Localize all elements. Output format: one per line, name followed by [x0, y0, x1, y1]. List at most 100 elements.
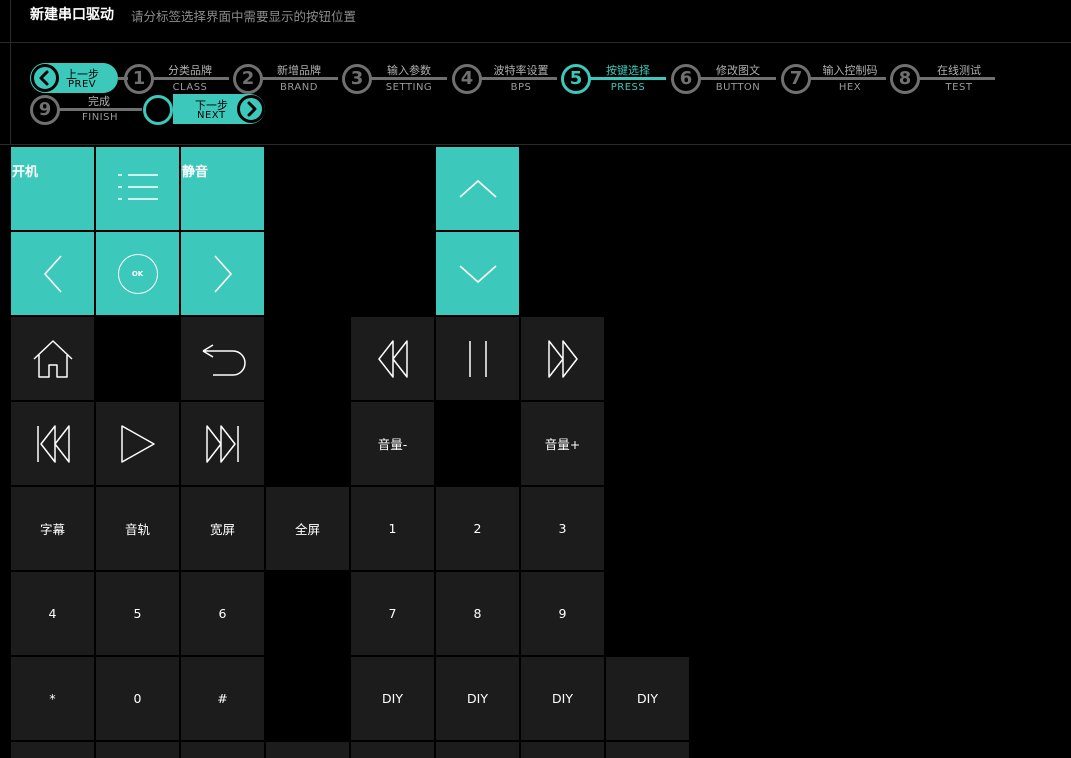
- next-track-button[interactable]: [181, 402, 264, 485]
- step-label-en: FINISH: [82, 112, 118, 123]
- step-label-cn: 新增品牌: [277, 64, 321, 77]
- digit-1-button[interactable]: 1: [351, 487, 434, 570]
- grid-button[interactable]: [351, 742, 434, 758]
- volume-down-label: 音量-: [377, 437, 408, 452]
- rewind-button[interactable]: [351, 317, 434, 400]
- audio-track-button[interactable]: 音轨: [96, 487, 179, 570]
- fullscreen-label: 全屏: [294, 522, 320, 537]
- pause-button[interactable]: [436, 317, 519, 400]
- volume-down-button[interactable]: 音量-: [351, 402, 434, 485]
- diy-button[interactable]: DIY: [521, 657, 604, 740]
- step-label-en: CLASS: [172, 82, 208, 93]
- digit-label: *: [49, 691, 56, 706]
- step-label-cn: 按键选择: [606, 64, 650, 77]
- diy-label: DIY: [552, 691, 573, 706]
- digit-7-button[interactable]: 7: [351, 572, 434, 655]
- digit-label: 4: [48, 606, 57, 621]
- grid-button[interactable]: [96, 742, 179, 758]
- step-label-cn: 完成: [88, 95, 110, 108]
- fast-forward-button[interactable]: [521, 317, 604, 400]
- digit-2-button[interactable]: 2: [436, 487, 519, 570]
- power-button[interactable]: 开机: [11, 147, 94, 230]
- left-button[interactable]: [11, 232, 94, 315]
- rewind-icon: [377, 339, 408, 378]
- digit-8-button[interactable]: 8: [436, 572, 519, 655]
- previous-track-button[interactable]: [11, 402, 94, 485]
- right-button[interactable]: [181, 232, 264, 315]
- prev-label-en: PREV: [68, 79, 97, 90]
- mute-button[interactable]: 静音: [181, 147, 264, 230]
- grid-button[interactable]: [11, 742, 94, 758]
- diy-button[interactable]: DIY: [606, 657, 689, 740]
- skip-next-icon: [205, 424, 239, 463]
- grid-button[interactable]: [181, 742, 264, 758]
- next-label-en: NEXT: [197, 110, 226, 121]
- chevron-up-icon: [458, 179, 497, 198]
- digit-label: 9: [558, 606, 567, 621]
- step-label-cn: 修改图文: [716, 64, 760, 77]
- step-label-cn: 输入参数: [387, 64, 431, 77]
- digit-5-button[interactable]: 5: [96, 572, 179, 655]
- home-button[interactable]: [11, 317, 94, 400]
- star-button[interactable]: *: [11, 657, 94, 740]
- grid-button[interactable]: [521, 742, 604, 758]
- digit-label: 5: [133, 606, 142, 621]
- digit-label: 7: [388, 606, 397, 621]
- step-number: 8: [890, 64, 920, 94]
- hash-button[interactable]: #: [181, 657, 264, 740]
- widescreen-button[interactable]: 宽屏: [181, 487, 264, 570]
- digit-4-button[interactable]: 4: [11, 572, 94, 655]
- down-button[interactable]: [436, 232, 519, 315]
- menu-button[interactable]: [96, 147, 179, 230]
- diy-button[interactable]: DIY: [436, 657, 519, 740]
- play-button[interactable]: [96, 402, 179, 485]
- step-label-cn: 波特率设置: [493, 64, 549, 77]
- up-button[interactable]: [436, 147, 519, 230]
- page-header: 新建串口驱动 请分标签选择界面中需要显示的按钮位置: [0, 0, 1071, 43]
- grid-button[interactable]: [266, 742, 349, 758]
- ok-icon: OK: [117, 253, 158, 294]
- step-number: 9: [30, 95, 60, 125]
- step-number: 4: [452, 64, 482, 94]
- grid-button[interactable]: [606, 742, 689, 758]
- prev-button[interactable]: 上一步 PREV: [30, 63, 118, 93]
- fast-forward-icon: [547, 339, 578, 378]
- diy-label: DIY: [382, 691, 403, 706]
- ok-button[interactable]: OK: [96, 232, 179, 315]
- digit-label: 0: [133, 691, 142, 706]
- grid-button[interactable]: [436, 742, 519, 758]
- digit-6-button[interactable]: 6: [181, 572, 264, 655]
- digit-3-button[interactable]: 3: [521, 487, 604, 570]
- fullscreen-button[interactable]: 全屏: [266, 487, 349, 570]
- step-number: 5: [561, 64, 591, 94]
- volume-up-button[interactable]: 音量+: [521, 402, 604, 485]
- skip-previous-icon: [36, 424, 70, 463]
- digit-label: #: [217, 691, 228, 706]
- step-label-cn: 输入控制码: [822, 64, 878, 77]
- pause-icon: [468, 340, 487, 377]
- digit-9-button[interactable]: 9: [521, 572, 604, 655]
- audio-track-label: 音轨: [124, 522, 150, 537]
- volume-up-label: 音量+: [544, 437, 581, 452]
- back-button[interactable]: [181, 317, 264, 400]
- digit-label: 3: [558, 521, 567, 536]
- step-label-en: TEST: [945, 82, 973, 93]
- next-button[interactable]: 下一步 NEXT: [142, 94, 265, 125]
- digit-label: 8: [473, 606, 482, 621]
- digit-0-button[interactable]: 0: [96, 657, 179, 740]
- play-icon: [120, 424, 155, 463]
- page-subtitle: 请分标签选择界面中需要显示的按钮位置: [131, 9, 357, 24]
- page-title: 新建串口驱动: [30, 7, 114, 23]
- step-label-cn: 分类品牌: [168, 64, 212, 77]
- return-icon: [202, 343, 246, 376]
- chevron-left-icon: [43, 254, 62, 293]
- subtitle-label: 字幕: [39, 522, 65, 537]
- diy-button[interactable]: DIY: [351, 657, 434, 740]
- step-label-en: BRAND: [280, 82, 318, 93]
- diy-label: DIY: [637, 691, 658, 706]
- step-label-en: HEX: [838, 82, 862, 93]
- step-label-en: BPS: [510, 82, 532, 93]
- subtitle-button[interactable]: 字幕: [11, 487, 94, 570]
- power-label: 开机: [12, 165, 39, 180]
- step-label-en: PRESS: [610, 82, 646, 93]
